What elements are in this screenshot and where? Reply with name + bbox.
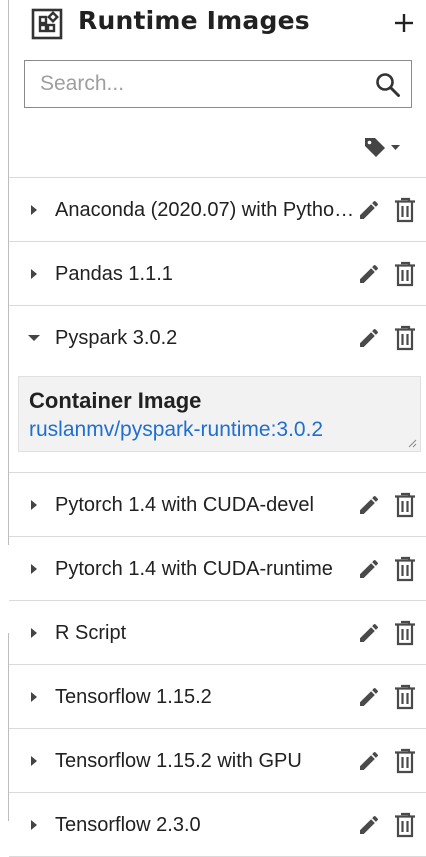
panel-title: Runtime Images [78,6,310,35]
caret-right-icon[interactable] [28,689,40,705]
list-item[interactable]: Pytorch 1.4 with CUDA-devel [9,473,426,537]
trash-icon[interactable] [393,325,417,351]
edit-icon[interactable] [357,749,381,773]
panel-header: Runtime Images [9,0,426,52]
runtime-image-name: Pytorch 1.4 with CUDA-devel [55,494,314,516]
trash-icon[interactable] [393,556,417,582]
runtime-images-panel: Runtime Images Anaconda (2020.07) with P… [9,0,426,857]
runtime-image-name: Tensorflow 2.3.0 [55,814,201,836]
caret-right-icon[interactable] [28,817,40,833]
runtime-image-name: R Script [55,622,127,644]
details-title: Container Image [29,388,202,413]
list-item[interactable]: R Script [9,601,426,665]
list-item[interactable]: Tensorflow 2.3.0 [9,793,426,857]
runtime-image-name: Tensorflow 1.15.2 with GPU [55,750,302,772]
caret-right-icon[interactable] [28,753,40,769]
tag-filter-button[interactable] [363,134,407,164]
edit-icon[interactable] [357,685,381,709]
caret-right-icon[interactable] [28,266,40,282]
list-item[interactable]: Pandas 1.1.1 [9,242,426,306]
edit-icon[interactable] [357,493,381,517]
trash-icon[interactable] [393,197,417,223]
trash-icon[interactable] [393,684,417,710]
list-item[interactable]: Tensorflow 1.15.2 with GPU [9,729,426,793]
list-item[interactable]: Pytorch 1.4 with CUDA-runtime [9,537,426,601]
list-item[interactable]: Tensorflow 1.15.2 [9,665,426,729]
runtime-images-list: Anaconda (2020.07) with Python 3.x Panda… [9,177,426,857]
runtime-image-name: Pandas 1.1.1 [55,263,173,285]
list-item-expanded[interactable]: Pyspark 3.0.2 [9,306,426,370]
left-rail [0,0,8,821]
add-runtime-image-button[interactable] [390,6,418,40]
container-image-value: ruslanmv/pyspark-runtime:3.0.2 [29,418,324,441]
tag-icon [365,138,385,157]
caret-right-icon[interactable] [28,202,40,218]
caret-right-icon[interactable] [28,561,40,577]
plus-icon [395,14,413,32]
caret-down-icon[interactable] [26,330,40,346]
edit-icon[interactable] [357,557,381,581]
edit-icon[interactable] [357,813,381,837]
edit-icon[interactable] [357,326,381,350]
edit-icon[interactable] [357,262,381,286]
caret-right-icon[interactable] [28,625,40,641]
trash-icon[interactable] [393,748,417,774]
trash-icon[interactable] [393,620,417,646]
runtime-image-details: Container Image ruslanmv/pyspark-runtime… [9,370,426,473]
trash-icon[interactable] [393,261,417,287]
search-input[interactable] [25,61,380,107]
runtime-images-icon [31,8,63,40]
edit-icon[interactable] [357,198,381,222]
trash-icon[interactable] [393,812,417,838]
runtime-image-name: Pytorch 1.4 with CUDA-runtime [55,558,333,580]
caret-right-icon[interactable] [28,497,40,513]
list-item[interactable]: Anaconda (2020.07) with Python 3.x [9,178,426,242]
search-icon[interactable] [375,72,401,98]
runtime-image-name: Tensorflow 1.15.2 [55,686,212,708]
resize-grip-icon[interactable] [407,438,417,448]
container-image-box[interactable]: Container Image ruslanmv/pyspark-runtime… [18,376,421,452]
runtime-image-name: Anaconda (2020.07) with Python 3.x [55,199,355,221]
caret-down-icon [391,145,400,150]
edit-icon[interactable] [357,621,381,645]
search-box [24,60,412,108]
trash-icon[interactable] [393,492,417,518]
runtime-image-name: Pyspark 3.0.2 [55,327,178,349]
